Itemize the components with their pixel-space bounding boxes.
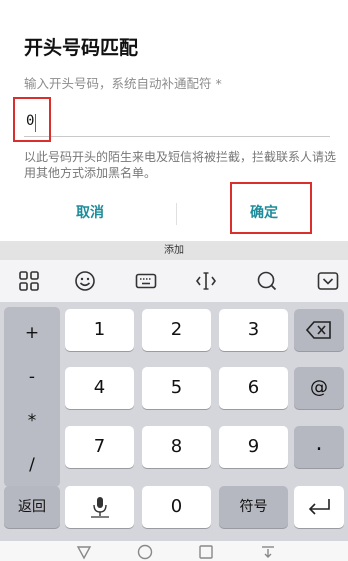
enter-icon bbox=[308, 499, 330, 515]
voice-key[interactable] bbox=[65, 486, 134, 528]
key-0[interactable]: 0 bbox=[142, 486, 211, 528]
system-nav-bar bbox=[0, 541, 348, 561]
key-2[interactable]: 2 bbox=[142, 309, 211, 351]
numeric-keypad: + - * / 1 2 3 4 5 6 @ 7 8 9 . 返回 0 符号 bbox=[0, 302, 348, 541]
search-icon[interactable] bbox=[256, 270, 278, 292]
button-divider bbox=[176, 203, 177, 225]
keyboard-title: 添加 bbox=[0, 241, 348, 260]
prefix-input[interactable]: 0 bbox=[24, 110, 330, 137]
key-1[interactable]: 1 bbox=[65, 309, 134, 351]
cancel-button[interactable]: 取消 bbox=[30, 202, 150, 222]
dialog-title: 开头号码匹配 bbox=[24, 37, 139, 59]
confirm-highlight-box bbox=[230, 182, 312, 234]
key-6[interactable]: 6 bbox=[219, 367, 288, 409]
enter-key[interactable] bbox=[294, 486, 344, 528]
plus-key[interactable]: + bbox=[4, 323, 60, 343]
emoji-icon[interactable] bbox=[74, 270, 96, 292]
backspace-key[interactable] bbox=[294, 309, 344, 351]
back-icon[interactable] bbox=[76, 544, 92, 560]
recents-icon[interactable] bbox=[198, 544, 214, 560]
key-8[interactable]: 8 bbox=[142, 426, 211, 468]
cursor-icon[interactable] bbox=[195, 270, 217, 292]
key-9[interactable]: 9 bbox=[219, 426, 288, 468]
backspace-icon bbox=[305, 321, 331, 339]
keyboard-toolbar bbox=[0, 260, 348, 303]
dialog-description: 以此号码开头的陌生来电及短信将被拦截，拦截联系人请选用其他方式添加黑名单。 bbox=[24, 150, 337, 180]
mic-icon bbox=[90, 497, 109, 518]
return-key[interactable]: 返回 bbox=[4, 486, 60, 528]
slash-key[interactable]: / bbox=[4, 455, 60, 475]
at-key[interactable]: @ bbox=[294, 367, 344, 409]
key-7[interactable]: 7 bbox=[65, 426, 134, 468]
symbols-key[interactable]: 符号 bbox=[219, 486, 288, 528]
key-4[interactable]: 4 bbox=[65, 367, 134, 409]
home-icon[interactable] bbox=[137, 544, 153, 560]
dot-key[interactable]: . bbox=[294, 426, 344, 468]
key-5[interactable]: 5 bbox=[142, 367, 211, 409]
minus-key[interactable]: - bbox=[4, 367, 60, 387]
notification-icon[interactable] bbox=[260, 544, 276, 560]
symbol-column[interactable]: + - * / bbox=[4, 307, 60, 487]
grid-icon[interactable] bbox=[18, 270, 40, 292]
asterisk-key[interactable]: * bbox=[4, 411, 60, 431]
input-highlight-box bbox=[13, 97, 51, 142]
keyboard-icon[interactable] bbox=[135, 270, 157, 292]
key-3[interactable]: 3 bbox=[219, 309, 288, 351]
input-hint: 输入开头号码，系统自动补通配符 * bbox=[24, 76, 222, 91]
collapse-keyboard-icon[interactable] bbox=[317, 270, 339, 292]
